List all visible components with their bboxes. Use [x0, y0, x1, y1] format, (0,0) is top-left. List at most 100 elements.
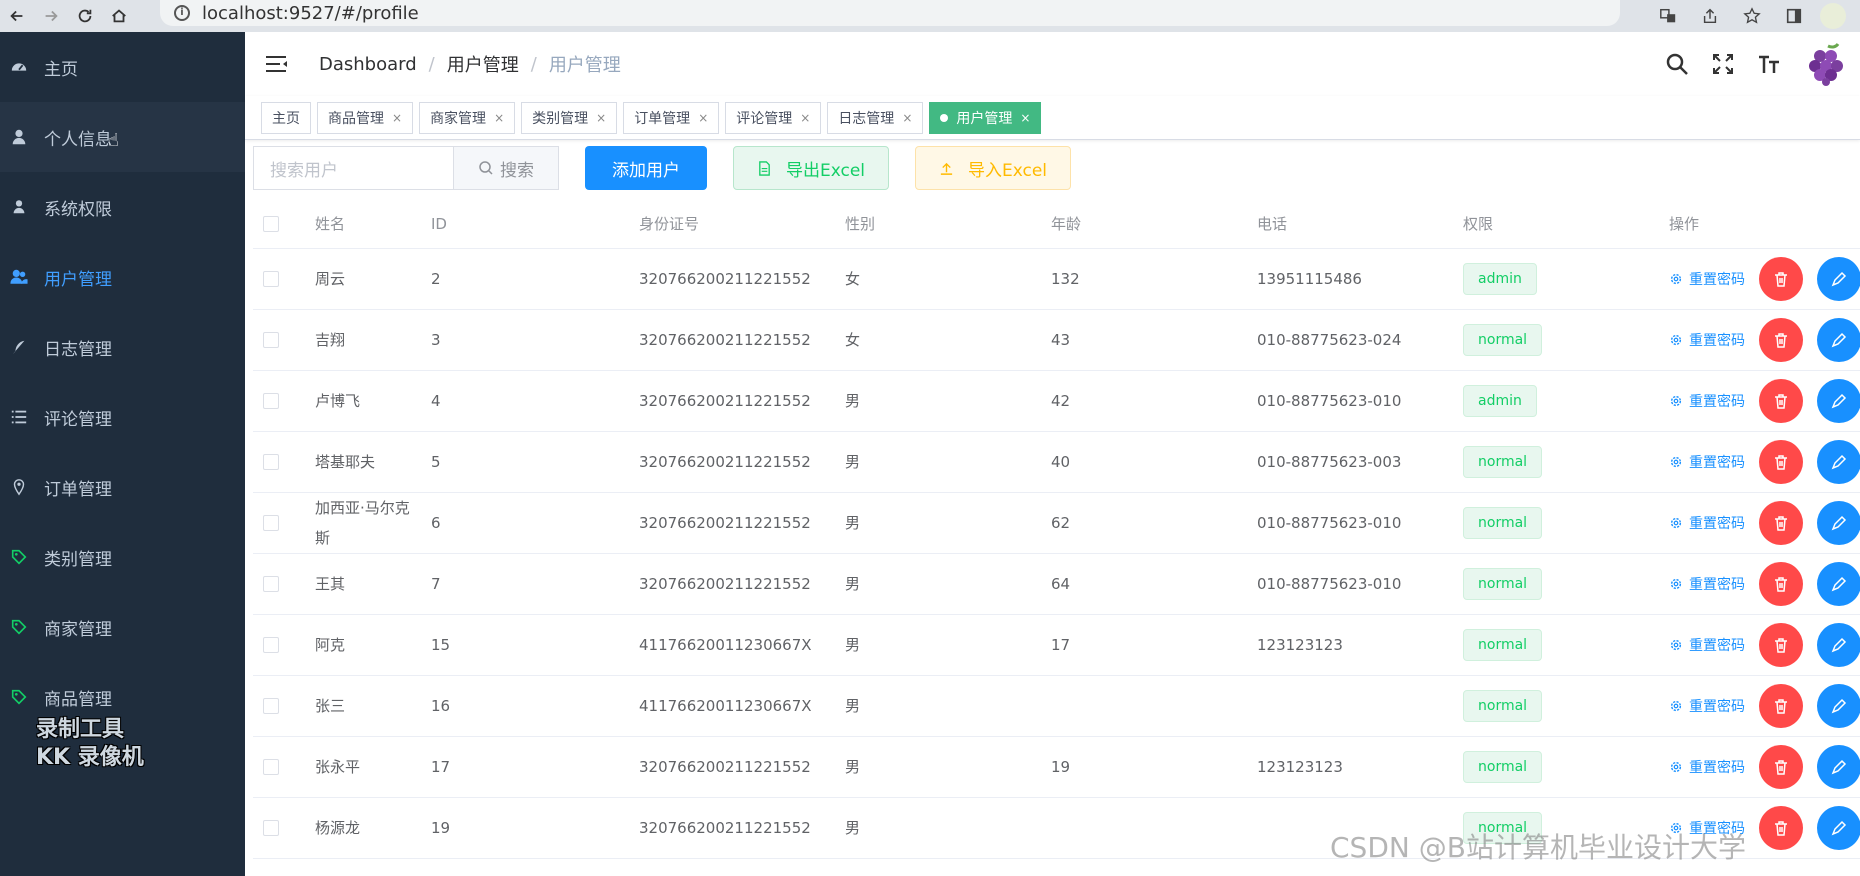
edit-button[interactable]	[1817, 744, 1860, 789]
row-checkbox[interactable]	[263, 453, 279, 470]
sidebar-item-users[interactable]: 用户管理	[0, 242, 245, 312]
cell-age: 17	[1041, 614, 1247, 676]
edit-button[interactable]	[1817, 561, 1860, 606]
search-button[interactable]: 搜索	[453, 146, 559, 190]
export-excel-button[interactable]: 导出Excel	[733, 146, 889, 190]
edit-button[interactable]	[1817, 683, 1860, 728]
cell-gender: 男	[835, 431, 1041, 493]
font-size-icon[interactable]	[1756, 51, 1782, 77]
delete-button[interactable]	[1759, 500, 1803, 545]
import-excel-button[interactable]: 导入Excel	[915, 146, 1071, 190]
reset-password-link[interactable]: 重置密码	[1669, 635, 1745, 655]
edit-icon	[1831, 332, 1847, 347]
add-user-button[interactable]: 添加用户	[585, 146, 707, 190]
close-icon[interactable]: ×	[392, 111, 402, 125]
back-icon[interactable]	[0, 0, 34, 32]
home-icon[interactable]	[102, 0, 136, 32]
fullscreen-icon[interactable]	[1710, 51, 1736, 77]
profile-avatar[interactable]	[1820, 3, 1846, 29]
delete-button[interactable]	[1759, 317, 1803, 362]
delete-button[interactable]	[1759, 805, 1803, 850]
close-icon[interactable]: ×	[902, 111, 912, 125]
sidepanel-icon[interactable]	[1778, 2, 1810, 30]
row-checkbox[interactable]	[263, 636, 279, 653]
row-checkbox[interactable]	[263, 331, 279, 348]
reload-icon[interactable]	[68, 0, 102, 32]
row-checkbox[interactable]	[263, 758, 279, 775]
share-icon[interactable]	[1694, 2, 1726, 30]
select-all-checkbox[interactable]	[263, 215, 279, 232]
avatar[interactable]	[1802, 42, 1846, 86]
sidebar-item-home[interactable]: 主页	[0, 32, 245, 102]
sidebar-item-profile[interactable]: 个人信息 ☝	[0, 102, 245, 172]
delete-button[interactable]	[1759, 439, 1803, 484]
tag-logs[interactable]: 日志管理 ×	[827, 101, 924, 134]
close-icon[interactable]: ×	[800, 111, 810, 125]
row-checkbox[interactable]	[263, 270, 279, 287]
row-checkbox[interactable]	[263, 819, 279, 836]
cell-phone: 123123123	[1247, 614, 1453, 676]
reset-password-link[interactable]: 重置密码	[1669, 330, 1745, 350]
search-icon	[479, 161, 493, 175]
column-header: 电话	[1247, 200, 1453, 249]
cell-name: 张三	[305, 675, 421, 737]
edit-button[interactable]	[1817, 500, 1860, 545]
reset-password-link[interactable]: 重置密码	[1669, 574, 1745, 594]
delete-button[interactable]	[1759, 378, 1803, 423]
search-input[interactable]: 搜索用户	[253, 146, 453, 190]
table-header-row: 姓名 ID 身份证号 性别 年龄 电话 权限 操作	[253, 200, 1860, 249]
column-header: 身份证号	[629, 200, 835, 249]
breadcrumb-item[interactable]: Dashboard	[319, 54, 417, 75]
edit-icon	[1831, 820, 1847, 835]
row-checkbox[interactable]	[263, 514, 279, 531]
tag-home[interactable]: 主页	[261, 101, 311, 134]
row-checkbox[interactable]	[263, 697, 279, 714]
row-checkbox[interactable]	[263, 392, 279, 409]
delete-button[interactable]	[1759, 744, 1803, 789]
bookmark-star-icon[interactable]	[1736, 2, 1768, 30]
edit-button[interactable]	[1817, 256, 1860, 301]
delete-button[interactable]	[1759, 256, 1803, 301]
row-checkbox[interactable]	[263, 575, 279, 592]
reset-password-link[interactable]: 重置密码	[1669, 452, 1745, 472]
address-bar[interactable]: i localhost:9527/#/profile	[160, 0, 1620, 26]
close-icon[interactable]: ×	[698, 111, 708, 125]
breadcrumb-item: 用户管理	[548, 55, 621, 76]
close-icon[interactable]: ×	[596, 111, 606, 125]
forward-icon[interactable]	[34, 0, 68, 32]
edit-button[interactable]	[1817, 317, 1860, 362]
reset-password-link[interactable]: 重置密码	[1669, 391, 1745, 411]
close-icon[interactable]: ×	[494, 111, 504, 125]
tag-comments[interactable]: 评论管理 ×	[725, 101, 822, 134]
reset-password-link[interactable]: 重置密码	[1669, 757, 1745, 777]
sidebar-item-logs[interactable]: 日志管理	[0, 312, 245, 382]
site-info-icon[interactable]: i	[174, 5, 190, 21]
breadcrumb-item[interactable]: 用户管理	[447, 51, 519, 77]
tag-users[interactable]: 用户管理 ×	[929, 101, 1042, 134]
tag-products[interactable]: 商品管理 ×	[317, 101, 414, 134]
upload-icon	[940, 162, 953, 175]
edit-button[interactable]	[1817, 805, 1860, 850]
tag-categories[interactable]: 类别管理 ×	[521, 101, 618, 134]
sidebar-item-orders[interactable]: 订单管理	[0, 452, 245, 522]
tag-merchants[interactable]: 商家管理 ×	[419, 101, 516, 134]
delete-button[interactable]	[1759, 622, 1803, 667]
delete-button[interactable]	[1759, 561, 1803, 606]
edit-button[interactable]	[1817, 622, 1860, 667]
reset-password-link[interactable]: 重置密码	[1669, 696, 1745, 716]
sidebar-item-categories[interactable]: 类别管理	[0, 522, 245, 592]
sidebar-item-comments[interactable]: 评论管理	[0, 382, 245, 452]
hamburger-icon[interactable]	[265, 54, 291, 74]
tag-orders[interactable]: 订单管理 ×	[623, 101, 720, 134]
reset-password-link[interactable]: 重置密码	[1669, 269, 1745, 289]
edit-button[interactable]	[1817, 378, 1860, 423]
search-icon[interactable]	[1664, 51, 1690, 77]
translate-icon[interactable]	[1652, 2, 1684, 30]
sidebar-item-merchants[interactable]: 商家管理	[0, 592, 245, 662]
edit-icon	[1831, 759, 1847, 774]
edit-button[interactable]	[1817, 439, 1860, 484]
reset-password-link[interactable]: 重置密码	[1669, 513, 1745, 533]
sidebar-item-permission[interactable]: 系统权限	[0, 172, 245, 242]
delete-button[interactable]	[1759, 683, 1803, 728]
close-icon[interactable]: ×	[1020, 111, 1030, 125]
